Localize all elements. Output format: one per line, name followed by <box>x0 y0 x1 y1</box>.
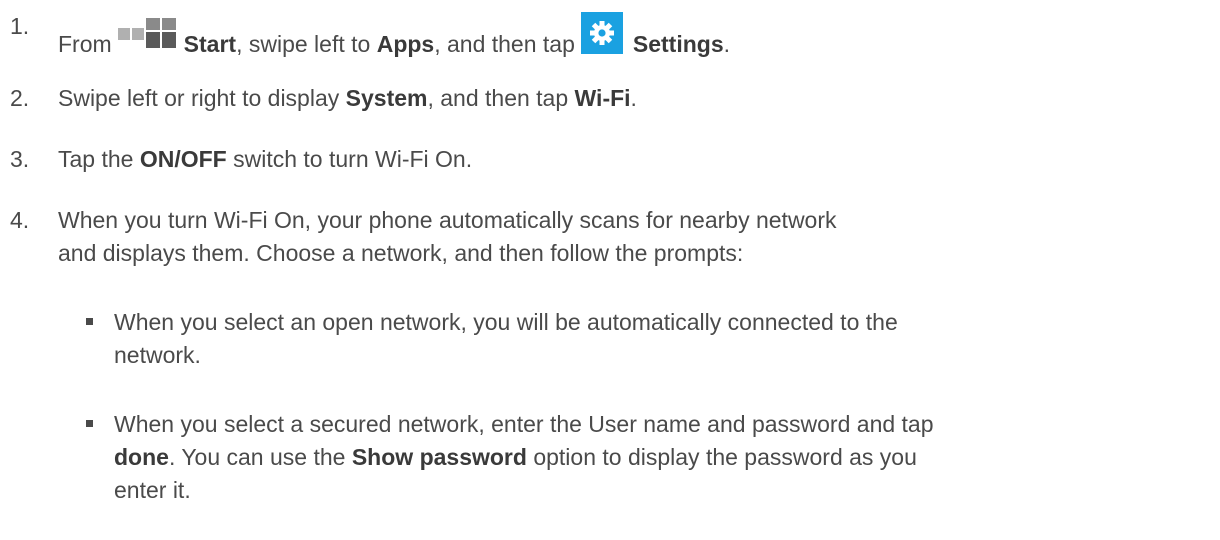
step-number: 3. <box>10 146 30 172</box>
step-text: Tap the ON/OFF switch to turn Wi-Fi On. <box>58 146 473 172</box>
step-text: From Start, swipe left to Apps, and then … <box>58 10 1200 61</box>
step-4: 4. When you turn Wi-Fi On, your phone au… <box>10 204 1200 270</box>
step-text: When you turn Wi-Fi On, your phone autom… <box>58 207 837 266</box>
step-number: 4. <box>10 207 30 233</box>
bullet-item-open-network: When you select an open network, you wil… <box>86 306 1200 372</box>
step-3: 3. Tap the ON/OFF switch to turn Wi-Fi O… <box>10 143 1200 176</box>
step-1: 1. From Start, swipe left to Apps, and th… <box>10 10 1200 61</box>
wifi-label: Wi-Fi <box>574 85 631 111</box>
instructions-document: 1. From Start, swipe left to Apps, and th… <box>0 0 1220 540</box>
start-label: Start <box>183 31 237 57</box>
onoff-label: ON/OFF <box>139 146 227 172</box>
bullet-text: When you select an open network, you wil… <box>114 309 898 368</box>
bullet-square-icon <box>86 318 93 325</box>
bullet-item-secured-network: When you select a secured network, enter… <box>86 408 1200 507</box>
settings-gear-icon <box>580 12 623 54</box>
step-number: 2. <box>10 85 30 111</box>
windows-start-icon <box>117 18 176 48</box>
bullet-square-icon <box>86 420 93 427</box>
done-label: done <box>114 444 169 470</box>
apps-label: Apps <box>376 31 435 57</box>
settings-label: Settings <box>632 31 724 57</box>
bullet-text: When you select a secured network, enter… <box>114 411 934 503</box>
step-text: Swipe left or right to display System, a… <box>58 85 637 111</box>
step-2: 2. Swipe left or right to display System… <box>10 82 1200 115</box>
step-number: 1. <box>10 13 30 39</box>
system-label: System <box>345 85 428 111</box>
show-password-label: Show password <box>351 444 527 470</box>
